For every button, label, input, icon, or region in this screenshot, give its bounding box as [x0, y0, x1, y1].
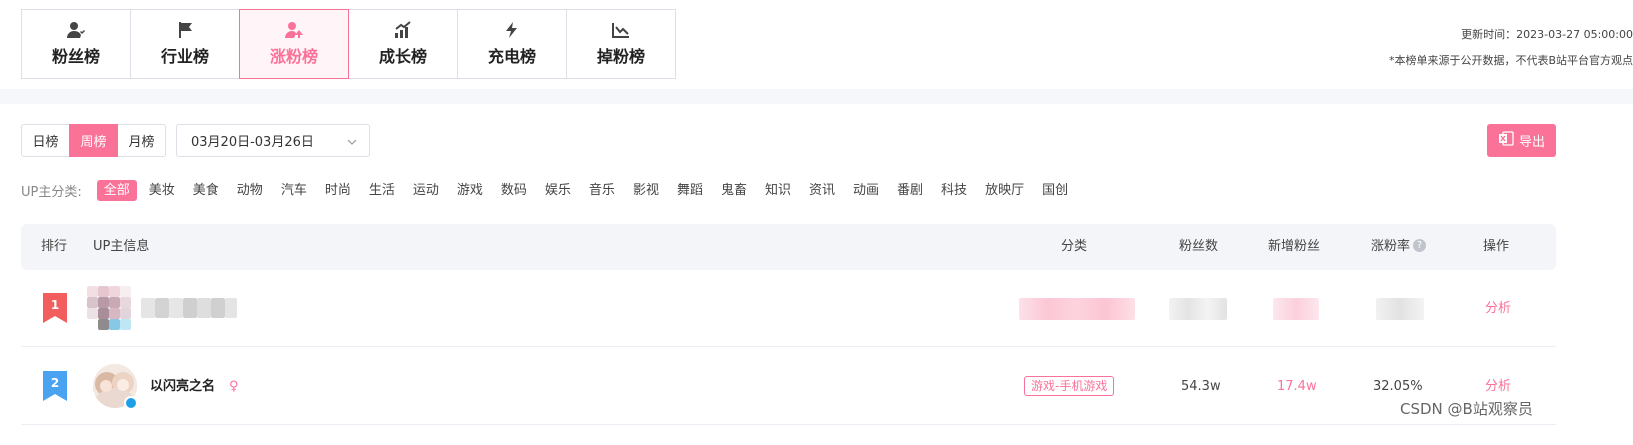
rank-badge-icon: 1	[43, 293, 67, 323]
period-monthly[interactable]: 月榜	[117, 124, 166, 157]
period-daily[interactable]: 日榜	[21, 124, 70, 157]
up-name[interactable]: 以闪亮之名	[150, 348, 215, 425]
header-rank: 排行	[41, 239, 68, 254]
rank-number: 1	[51, 298, 59, 312]
watermark: CSDN @B站观察员	[1400, 400, 1533, 418]
rank-badge-icon: 2	[43, 371, 67, 401]
tab-fan-loss[interactable]: 掉粉榜	[566, 9, 676, 79]
tab-fans[interactable]: 粉丝榜	[21, 9, 131, 79]
category-item[interactable]: 时尚	[325, 180, 351, 201]
tab-industry[interactable]: 行业榜	[130, 9, 240, 79]
female-icon: ♀	[229, 379, 239, 394]
export-button[interactable]: 导出	[1487, 124, 1556, 157]
date-range-select[interactable]: 03月20日-03月26日	[176, 124, 370, 157]
chevron-down-icon	[347, 136, 357, 151]
category-item[interactable]: 舞蹈	[677, 180, 703, 201]
tab-label: 粉丝榜	[51, 47, 100, 66]
category-item[interactable]: 资讯	[809, 180, 835, 201]
category-item[interactable]: 娱乐	[545, 180, 571, 201]
table-row: 2 以闪亮之名 ♀ 游戏-手机游戏 54.3w 17.4w 32.05% 分析	[21, 348, 1556, 425]
fan-user-icon	[66, 21, 86, 39]
category-item[interactable]: 游戏	[457, 180, 483, 201]
analyze-link[interactable]: 分析	[1485, 270, 1511, 347]
tab-label: 涨粉榜	[269, 47, 318, 66]
tab-fan-growth[interactable]: 涨粉榜	[239, 9, 349, 79]
header-growth-label: 涨粉率	[1371, 239, 1411, 254]
period-weekly[interactable]: 周榜	[69, 124, 118, 157]
category-item[interactable]: 音乐	[589, 180, 615, 201]
category-filter: UP主分类: 全部 美妆 美食 动物 汽车 时尚 生活 运动 游戏 数码 娱乐 …	[21, 180, 1086, 201]
category-title: UP主分类:	[21, 185, 82, 200]
category-item[interactable]: 动画	[853, 180, 879, 201]
fans-value-blurred	[1169, 298, 1227, 320]
new-fans-value: 17.4w	[1277, 379, 1317, 394]
section-divider	[0, 89, 1633, 104]
date-range-value: 03月20日-03月26日	[191, 135, 314, 150]
tab-label: 充电榜	[487, 47, 536, 66]
growth-chart-icon	[393, 21, 413, 39]
export-label: 导出	[1518, 135, 1545, 150]
category-item[interactable]: 生活	[369, 180, 395, 201]
category-item[interactable]: 鬼畜	[721, 180, 747, 201]
header-category: 分类	[1061, 239, 1088, 254]
category-item[interactable]: 动物	[237, 180, 263, 201]
category-item[interactable]: 运动	[413, 180, 439, 201]
tab-charge[interactable]: 充电榜	[457, 9, 567, 79]
category-item[interactable]: 美妆	[149, 180, 175, 201]
question-icon[interactable]: ?	[1413, 238, 1427, 252]
category-item[interactable]: 番剧	[897, 180, 923, 201]
header-growth-rate: 涨粉率?	[1371, 224, 1427, 270]
category-item[interactable]: 放映厅	[985, 180, 1024, 201]
category-item[interactable]: 数码	[501, 180, 527, 201]
update-time: 更新时间：2023-03-27 05:00:00	[1461, 28, 1633, 41]
category-item[interactable]: 汽车	[281, 180, 307, 201]
table-header: 排行 UP主信息 分类 粉丝数 新增粉丝 涨粉率? 操作	[21, 224, 1556, 270]
tab-label: 行业榜	[160, 47, 209, 66]
tab-label: 掉粉榜	[596, 47, 645, 66]
header-new-fans: 新增粉丝	[1268, 239, 1321, 254]
fans-value: 54.3w	[1181, 379, 1221, 394]
excel-icon	[1498, 131, 1514, 150]
header-fans: 粉丝数	[1179, 239, 1219, 254]
category-tag: 游戏-手机游戏	[1024, 376, 1115, 396]
lightning-icon	[502, 21, 522, 39]
category-all[interactable]: 全部	[96, 180, 137, 201]
tab-label: 成长榜	[378, 47, 427, 66]
category-tag-blurred	[1019, 298, 1135, 320]
growth-value-blurred	[1376, 298, 1424, 320]
category-item[interactable]: 知识	[765, 180, 791, 201]
category-item[interactable]: 影视	[633, 180, 659, 201]
table-row: 1 分析	[21, 270, 1556, 347]
tab-growth[interactable]: 成长榜	[348, 9, 458, 79]
flag-icon	[175, 21, 195, 39]
ranking-tabs: 粉丝榜 行业榜 涨粉榜 成长榜 充电榜 掉粉榜	[21, 9, 676, 79]
rank-number: 2	[51, 376, 59, 390]
decline-chart-icon	[611, 21, 631, 39]
category-item[interactable]: 科技	[941, 180, 967, 201]
header-up-info: UP主信息	[93, 239, 150, 254]
header-action: 操作	[1483, 239, 1510, 254]
verified-lightning-icon	[124, 396, 138, 410]
period-selector: 日榜 周榜 月榜	[21, 124, 166, 157]
category-item[interactable]: 国创	[1042, 180, 1068, 201]
new-fans-value-blurred	[1273, 298, 1319, 320]
category-item[interactable]: 美食	[193, 180, 219, 201]
ranking-meta: 更新时间：2023-03-27 05:00:00 *本榜单来源于公开数据，不代表…	[1389, 22, 1633, 74]
user-up-icon	[284, 21, 304, 39]
disclaimer: *本榜单来源于公开数据，不代表B站平台官方观点	[1388, 54, 1633, 67]
